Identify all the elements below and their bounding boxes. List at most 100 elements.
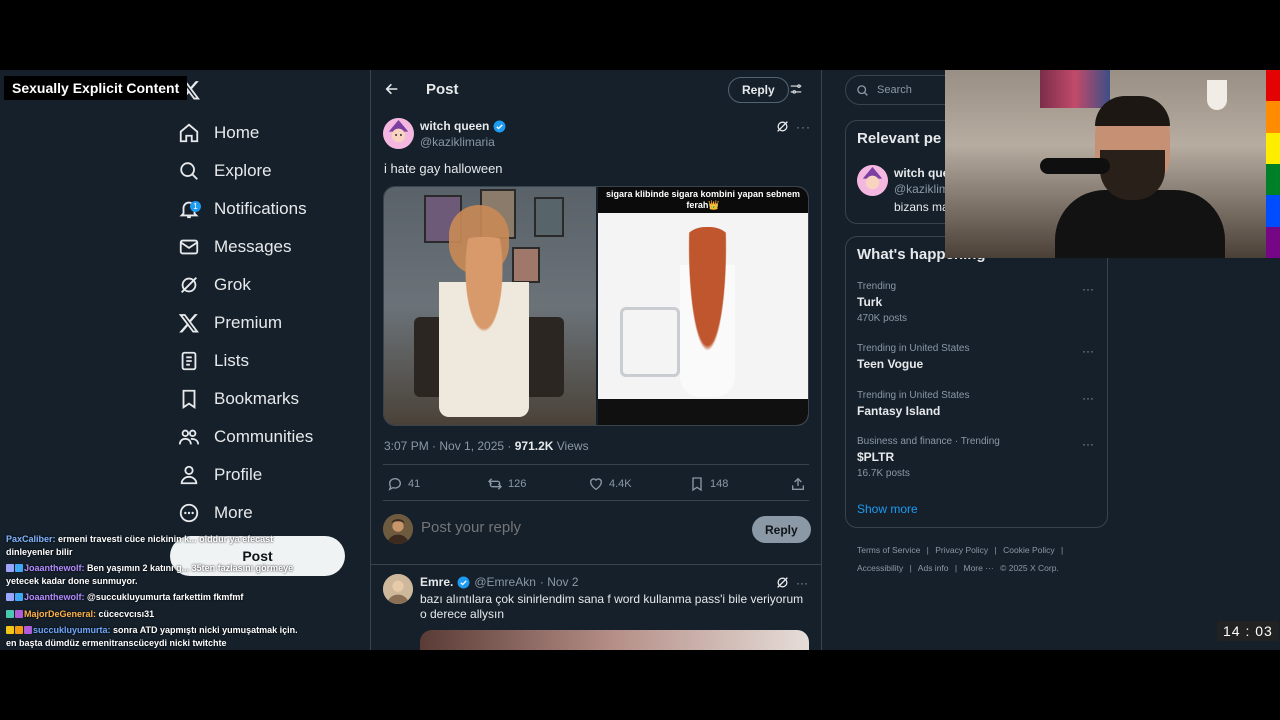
chat-username: Joaanthewolf: <box>24 563 85 573</box>
divider <box>383 500 809 501</box>
trend-item[interactable]: Trending in United States Fantasy Island <box>857 390 969 418</box>
home-icon <box>179 123 199 143</box>
nav-messages[interactable]: Messages <box>178 228 291 266</box>
gem-badge-icon <box>15 564 23 572</box>
search-placeholder: Search <box>877 84 912 96</box>
footer-link[interactable]: Cookie Policy <box>1003 545 1055 555</box>
chat-message: MajorDeGeneral: cücecvcısı31 <box>6 608 306 621</box>
media-photo-left[interactable] <box>384 187 596 425</box>
repost-action[interactable]: 126 <box>487 476 526 492</box>
footer-links: Terms of Service | Privacy Policy | Cook… <box>857 545 1067 555</box>
reply-author-handle[interactable]: @EmreAkn <box>474 575 536 589</box>
footer-link[interactable]: Accessibility <box>857 563 903 573</box>
nav-notifications[interactable]: 1 Notifications <box>178 190 307 228</box>
chat-username: PaxCaliber: <box>6 534 56 544</box>
trend-more-icon[interactable]: ··· <box>1082 344 1094 358</box>
nav-communities[interactable]: Communities <box>178 418 313 456</box>
back-arrow-icon[interactable] <box>384 81 400 97</box>
grok-icon[interactable] <box>776 576 789 589</box>
author-avatar[interactable] <box>383 118 414 149</box>
my-avatar[interactable] <box>383 514 413 544</box>
trend-more-icon[interactable]: ··· <box>1082 391 1094 405</box>
bookmark-action[interactable]: 148 <box>689 476 728 492</box>
footer-link[interactable]: Ads info <box>918 563 949 573</box>
reply-header: Emre. @EmreAkn · Nov 2 <box>420 575 579 589</box>
reply-input[interactable] <box>421 519 620 536</box>
relevant-person-bio: bizans ma <box>894 200 949 214</box>
grok-icon[interactable] <box>776 120 789 133</box>
tweet-media[interactable]: sigara klibinde sigara kombini yapan seb… <box>383 186 809 426</box>
nav-more[interactable]: More <box>178 494 253 532</box>
crown-badge-icon <box>6 626 14 634</box>
nav-grok[interactable]: Grok <box>178 266 251 304</box>
nav-bookmarks-label: Bookmarks <box>214 389 300 408</box>
trend-item[interactable]: Trending Turk 470K posts <box>857 281 907 324</box>
more-options-icon[interactable]: ··· <box>796 121 811 133</box>
media-caption: sigara klibinde sigara kombini yapan seb… <box>598 187 808 213</box>
trend-context: Trending in United States <box>857 343 970 354</box>
user-avatar-icon <box>383 574 413 604</box>
trend-name: Teen Vogue <box>857 357 924 371</box>
tweet-timestamp[interactable]: 3:07 PM · Nov 1, 2025 · <box>384 439 515 453</box>
footer-link[interactable]: Privacy Policy <box>935 545 988 555</box>
footer-link[interactable]: Terms of Service <box>857 545 920 555</box>
trend-count: 16.7K posts <box>857 468 910 479</box>
column-divider <box>821 70 822 650</box>
footer-link[interactable]: More ··· <box>963 563 993 573</box>
user-avatar-icon <box>383 514 413 544</box>
nav-more-label: More <box>214 503 253 522</box>
more-options-icon[interactable]: ··· <box>796 577 808 589</box>
verified-badge-icon <box>493 120 506 132</box>
author-name[interactable]: witch queen <box>420 119 506 133</box>
whats-happening-card <box>845 236 1108 528</box>
sub-badge-icon <box>6 593 14 601</box>
nav-home[interactable]: Home <box>178 114 259 152</box>
header-reply-button[interactable]: Reply <box>728 77 789 103</box>
trend-item[interactable]: Business and finance · Trending $PLTR 16… <box>857 436 1000 479</box>
trend-item[interactable]: Trending in United States Teen Vogue <box>857 343 969 371</box>
tweet-text: i hate gay halloween <box>384 161 503 176</box>
chat-username: succukluyumurta: <box>33 625 111 635</box>
footer-copyright: © 2025 X Corp. <box>1000 563 1059 573</box>
footer-sep: | <box>926 545 929 555</box>
nav-profile[interactable]: Profile <box>178 456 262 494</box>
relevant-person-handle[interactable]: @kaziklim <box>894 182 949 196</box>
reply-action[interactable]: 41 <box>387 476 420 492</box>
nav-lists[interactable]: Lists <box>178 342 249 380</box>
relevant-person-avatar[interactable] <box>857 165 888 196</box>
like-action[interactable]: 4.4K <box>588 476 632 492</box>
x-icon <box>178 314 199 333</box>
relevant-person-name[interactable]: witch que <box>894 166 949 180</box>
reply-media[interactable] <box>420 630 809 650</box>
footer-sep: | <box>954 563 958 573</box>
nav-bookmarks[interactable]: Bookmarks <box>178 380 299 418</box>
reply-author-name[interactable]: Emre. <box>420 575 453 589</box>
nav-profile-label: Profile <box>214 465 263 484</box>
nav-communities-label: Communities <box>214 427 314 446</box>
reply-count: 41 <box>408 478 421 490</box>
trend-more-icon[interactable]: ··· <box>1082 282 1094 296</box>
reply-author-avatar[interactable] <box>383 574 413 604</box>
verified-badge-icon <box>457 576 470 588</box>
chat-message: Joaanthewolf: Ben yaşımın 2 katını g... … <box>6 562 306 587</box>
sliders-icon[interactable] <box>789 82 803 96</box>
nav-premium[interactable]: Premium <box>178 304 282 342</box>
chat-text: cücecvcısı31 <box>98 608 155 619</box>
author-handle[interactable]: @kaziklimaria <box>420 135 495 149</box>
sub-badge-icon <box>24 626 32 634</box>
chat-message: PaxCaliber: ermeni travesti cüce nickini… <box>6 533 306 558</box>
column-divider <box>370 70 371 650</box>
media-photo-right[interactable]: sigara klibinde sigara kombini yapan seb… <box>596 187 808 425</box>
divider <box>383 464 809 465</box>
gem-badge-icon <box>15 593 23 601</box>
footer-sep: | <box>1061 545 1064 555</box>
sub-badge-icon <box>6 564 14 572</box>
nav-explore[interactable]: Explore <box>178 152 272 190</box>
share-action[interactable] <box>790 476 806 492</box>
chat-message: succukluyumurta: sonra ATD yapmıştı nick… <box>6 624 306 649</box>
reply-date[interactable]: · Nov 2 <box>540 575 579 589</box>
reply-submit-button[interactable]: Reply <box>752 516 811 543</box>
show-more-link[interactable]: Show more <box>857 502 918 516</box>
trend-more-icon[interactable]: ··· <box>1082 437 1094 451</box>
chat-username: Joaanthewolf: <box>24 592 85 602</box>
